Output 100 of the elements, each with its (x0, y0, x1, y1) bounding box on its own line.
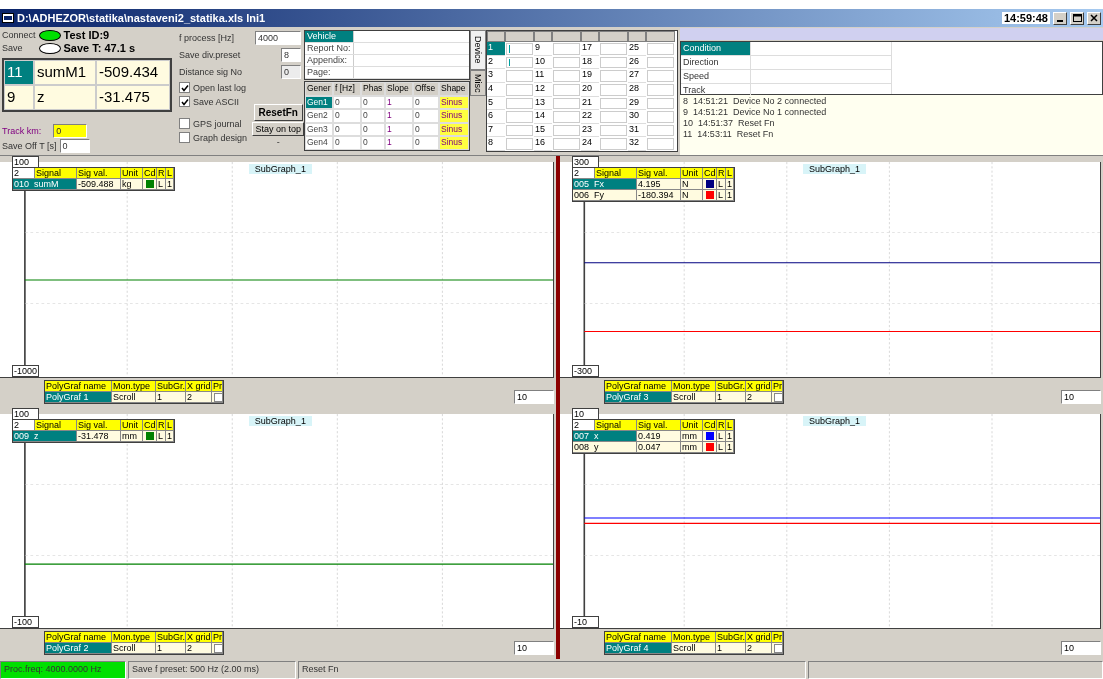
maximize-button[interactable] (1070, 11, 1084, 25)
channel-number[interactable]: 10 (534, 55, 552, 70)
setting-field[interactable]: 8 (281, 48, 301, 62)
x-range-field[interactable]: 10 (514, 641, 554, 655)
info-label[interactable]: Appendix: (305, 55, 354, 66)
print-checkbox[interactable] (214, 392, 222, 402)
channel-number[interactable]: 9 (534, 42, 552, 56)
channel-number[interactable]: 16 (534, 137, 552, 151)
channel-number[interactable]: 15 (534, 123, 552, 138)
channel-number[interactable]: 14 (534, 110, 552, 124)
x-range-field[interactable]: 10 (1061, 389, 1101, 404)
channel-number[interactable]: 18 (581, 55, 599, 70)
info-label[interactable]: Page: (305, 67, 354, 78)
minimize-button[interactable] (1053, 11, 1067, 25)
signal-count-field[interactable]: 2 (573, 419, 595, 431)
checkbox[interactable] (179, 96, 190, 107)
y-max-field[interactable]: 100 (12, 156, 39, 168)
polygraf-name[interactable]: PolyGraf 2 (45, 643, 112, 654)
print-checkbox[interactable] (214, 644, 222, 653)
channel-number[interactable]: 20 (581, 82, 599, 97)
y-max-field[interactable]: 300 (572, 156, 599, 168)
close-button[interactable] (1087, 11, 1101, 25)
channel-number[interactable]: 29 (628, 96, 646, 111)
channel-number[interactable]: 13 (534, 96, 552, 111)
channel-number[interactable]: 12 (534, 82, 552, 97)
tab[interactable]: Misc (470, 69, 486, 96)
print-checkbox[interactable] (774, 392, 782, 402)
info-label[interactable]: Report No: (305, 43, 354, 54)
signal-name[interactable]: 008 y (573, 441, 637, 453)
generator-name[interactable]: Gen4 (305, 136, 333, 150)
reset-button[interactable]: ResetFn (253, 104, 303, 121)
monitor-index[interactable]: 9 (4, 85, 34, 110)
signal-name[interactable]: 007 x (573, 430, 637, 442)
generator-name[interactable]: Gen2 (305, 109, 333, 123)
signal-name[interactable]: 009 z (13, 430, 77, 442)
signal-name[interactable]: 006 Fy (573, 190, 637, 201)
note-text: - (276, 137, 280, 147)
setting-field[interactable]: 4000 (255, 31, 301, 45)
channel-number[interactable]: 21 (581, 96, 599, 111)
signal-name[interactable]: 005 Fx (573, 179, 637, 190)
color-swatch[interactable] (706, 442, 714, 451)
checkbox[interactable] (179, 118, 190, 129)
channel-number[interactable]: 22 (581, 110, 599, 124)
channel-number[interactable]: 26 (628, 55, 646, 70)
y-min-field[interactable]: -10 (572, 616, 599, 628)
y-min-field[interactable]: -1000 (12, 364, 39, 377)
channel-number[interactable]: 30 (628, 110, 646, 124)
polygraf-name[interactable]: PolyGraf 4 (605, 643, 672, 654)
stay-on-top-button[interactable]: Stay on top (252, 122, 304, 136)
channel-number[interactable]: 2 (487, 55, 505, 70)
condition-label[interactable]: Condition (681, 42, 751, 55)
channel-number[interactable]: 31 (628, 123, 646, 138)
color-swatch[interactable] (146, 431, 154, 440)
signal-count-field[interactable]: 2 (13, 419, 35, 431)
checkbox[interactable] (179, 132, 190, 143)
shape-cell[interactable]: Sinus (439, 109, 469, 123)
monitor-index[interactable]: 11 (4, 60, 34, 85)
channel-number[interactable]: 19 (581, 69, 599, 83)
info-label[interactable]: Vehicle (305, 31, 354, 42)
polygraf-name[interactable]: PolyGraf 1 (45, 391, 112, 403)
tab[interactable]: Device (470, 30, 486, 70)
channel-number[interactable]: 4 (487, 82, 505, 97)
signal-count-field[interactable]: 2 (573, 168, 595, 179)
condition-label[interactable]: Direction (681, 56, 751, 69)
channel-number[interactable]: 27 (628, 69, 646, 83)
channel-number[interactable]: 11 (534, 69, 552, 83)
track-km-field[interactable]: 0 (53, 124, 88, 138)
channel-number[interactable]: 8 (487, 137, 505, 151)
channel-number[interactable]: 7 (487, 123, 505, 138)
channel-number[interactable]: 17 (581, 42, 599, 56)
channel-number[interactable]: 24 (581, 137, 599, 151)
channel-number[interactable]: 5 (487, 96, 505, 111)
y-min-field[interactable]: -300 (572, 364, 599, 377)
save-off-field[interactable]: 0 (59, 139, 90, 153)
channel-number[interactable]: 1 (487, 42, 505, 56)
channel-number[interactable]: 3 (487, 69, 505, 83)
print-checkbox[interactable] (774, 644, 782, 653)
color-swatch[interactable] (146, 180, 154, 188)
color-swatch[interactable] (706, 180, 714, 188)
checkbox[interactable] (179, 82, 190, 93)
channel-number[interactable]: 28 (628, 82, 646, 97)
x-range-field[interactable]: 10 (1061, 641, 1101, 655)
channel-number[interactable]: 23 (581, 123, 599, 138)
signal-r: L (717, 441, 726, 453)
color-swatch[interactable] (706, 431, 714, 440)
channel-number[interactable]: 6 (487, 110, 505, 124)
polygraf-name[interactable]: PolyGraf 3 (605, 391, 672, 403)
shape-cell[interactable]: Sinus (439, 136, 469, 150)
y-max-field[interactable]: 100 (12, 407, 39, 420)
generator-name[interactable]: Gen3 (305, 122, 333, 136)
x-range-field[interactable]: 10 (514, 389, 554, 404)
y-min-field[interactable]: -100 (12, 616, 39, 628)
column-header: Sig val. (77, 168, 121, 179)
channel-number[interactable]: 25 (628, 42, 646, 56)
y-max-field[interactable]: 10 (572, 407, 599, 420)
signal-name[interactable]: 010 sumM (13, 179, 77, 190)
condition-label[interactable]: Speed (681, 70, 751, 83)
color-swatch[interactable] (706, 191, 714, 199)
channel-number[interactable]: 32 (628, 137, 646, 151)
signal-count-field[interactable]: 2 (13, 168, 35, 179)
